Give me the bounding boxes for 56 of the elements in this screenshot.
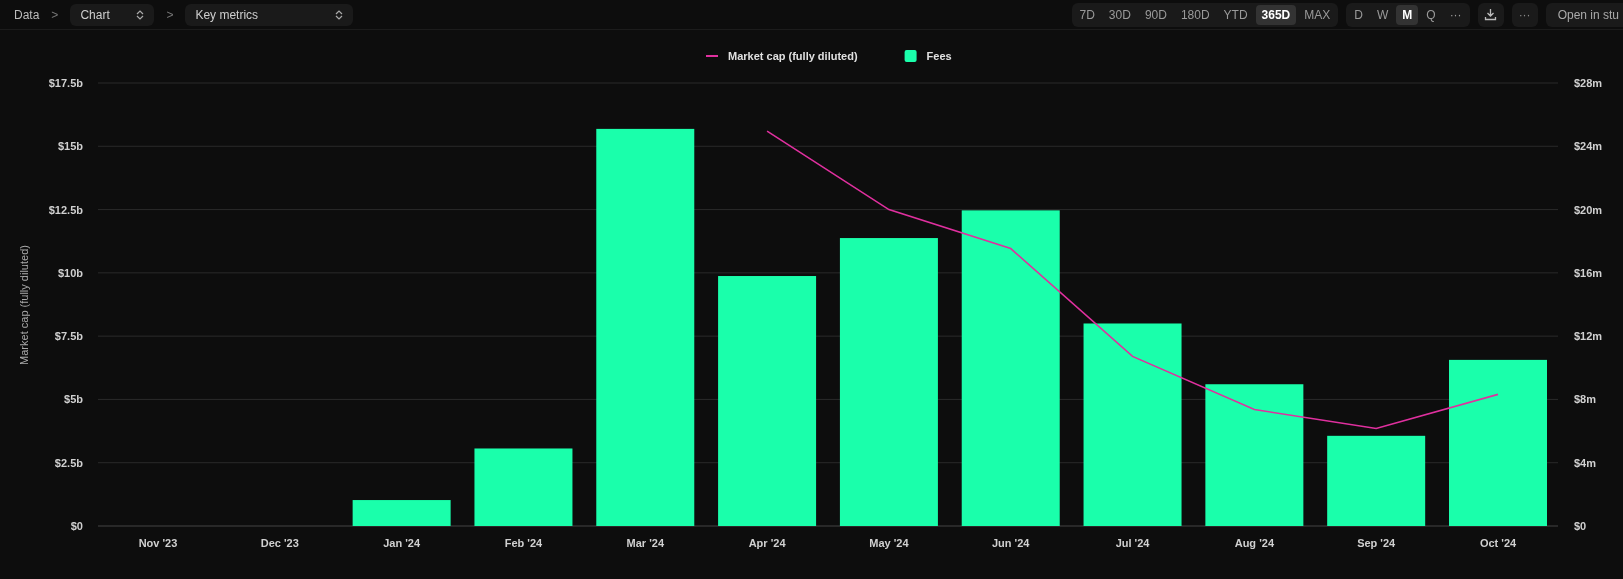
range-tab[interactable]: YTD (1217, 4, 1254, 25)
axis-tick-label: $2.5b (54, 456, 83, 469)
legend-label[interactable]: Market cap (fully diluted) (728, 50, 858, 62)
axis-tick-label: $10b (57, 266, 83, 279)
open-button[interactable]: Open in stu (1545, 2, 1623, 27)
legend-label[interactable]: Fees (926, 50, 952, 62)
range-tab[interactable]: 180D (1174, 4, 1216, 25)
axis-tick-label: Mar '24 (626, 537, 664, 549)
axis-tick-label: Feb '24 (504, 537, 543, 549)
axis-tick-label: $12m (1574, 330, 1603, 343)
breadcrumb-link[interactable]: Data (14, 5, 40, 24)
axis-tick-label: Oct '24 (1479, 537, 1517, 549)
axis-tick-label: Jun '24 (992, 537, 1030, 549)
range-tab[interactable]: W (1370, 4, 1395, 25)
dropdown-select[interactable]: Chart (70, 3, 155, 26)
axis-tick-label: $0 (1574, 520, 1587, 532)
axis-tick-label: Aug '24 (1234, 537, 1274, 549)
range-tab[interactable]: 7D (1073, 4, 1101, 25)
axis-tick-label: $16m (1574, 266, 1603, 279)
axis-tick-label: $7.5b (54, 330, 83, 343)
breadcrumb-separator: > (51, 6, 59, 24)
range-tab[interactable]: 90D (1138, 4, 1173, 25)
axis-tick-label: $24m (1574, 140, 1603, 153)
dropdown-select[interactable]: Key metrics (185, 3, 354, 26)
legend-square-icon (904, 50, 917, 62)
chevron-updown-icon (136, 9, 145, 20)
axis-tick-label: $17.5b (48, 77, 83, 89)
axis-tick-label: Dec '23 (260, 537, 299, 549)
range-tab[interactable]: 365D (1255, 4, 1297, 25)
range-tab[interactable]: MAX (1298, 4, 1337, 25)
breadcrumb-separator: > (166, 6, 174, 24)
axis-tick-label: $15b (57, 140, 83, 153)
more-button[interactable]: ··· (1511, 2, 1538, 27)
axis-tick-label: $12.5b (48, 203, 83, 216)
axis-tick-label: $8m (1574, 393, 1597, 406)
axis-tick-label: $28m (1574, 77, 1603, 89)
range-tab[interactable]: M (1396, 4, 1419, 25)
axis-tick-label: Jul '24 (1115, 537, 1150, 549)
range-tab[interactable]: Q (1420, 4, 1442, 25)
axis-tick-label: Nov '23 (138, 537, 178, 549)
chevron-updown-icon (335, 9, 344, 20)
axis-tick-label: Jan '24 (383, 537, 421, 549)
axis-title: Market cap (fully diluted) (18, 245, 30, 365)
download-button[interactable] (1477, 2, 1504, 27)
axis-tick-label: Sep '24 (1357, 537, 1396, 549)
axis-tick-label: $20m (1574, 203, 1603, 216)
axis-tick-label: $4m (1574, 456, 1597, 469)
range-tab[interactable]: 30D (1102, 4, 1137, 25)
axis-tick-label: Apr '24 (748, 537, 786, 549)
axis-tick-label: $5b (64, 393, 83, 406)
legend-line-icon (705, 55, 719, 57)
axis-tick-label: May '24 (869, 537, 909, 549)
axis-tick-label: $0 (70, 520, 83, 532)
range-tab[interactable]: D (1348, 4, 1369, 25)
download-icon (1484, 8, 1498, 21)
range-tab[interactable]: ··· (1443, 4, 1468, 25)
